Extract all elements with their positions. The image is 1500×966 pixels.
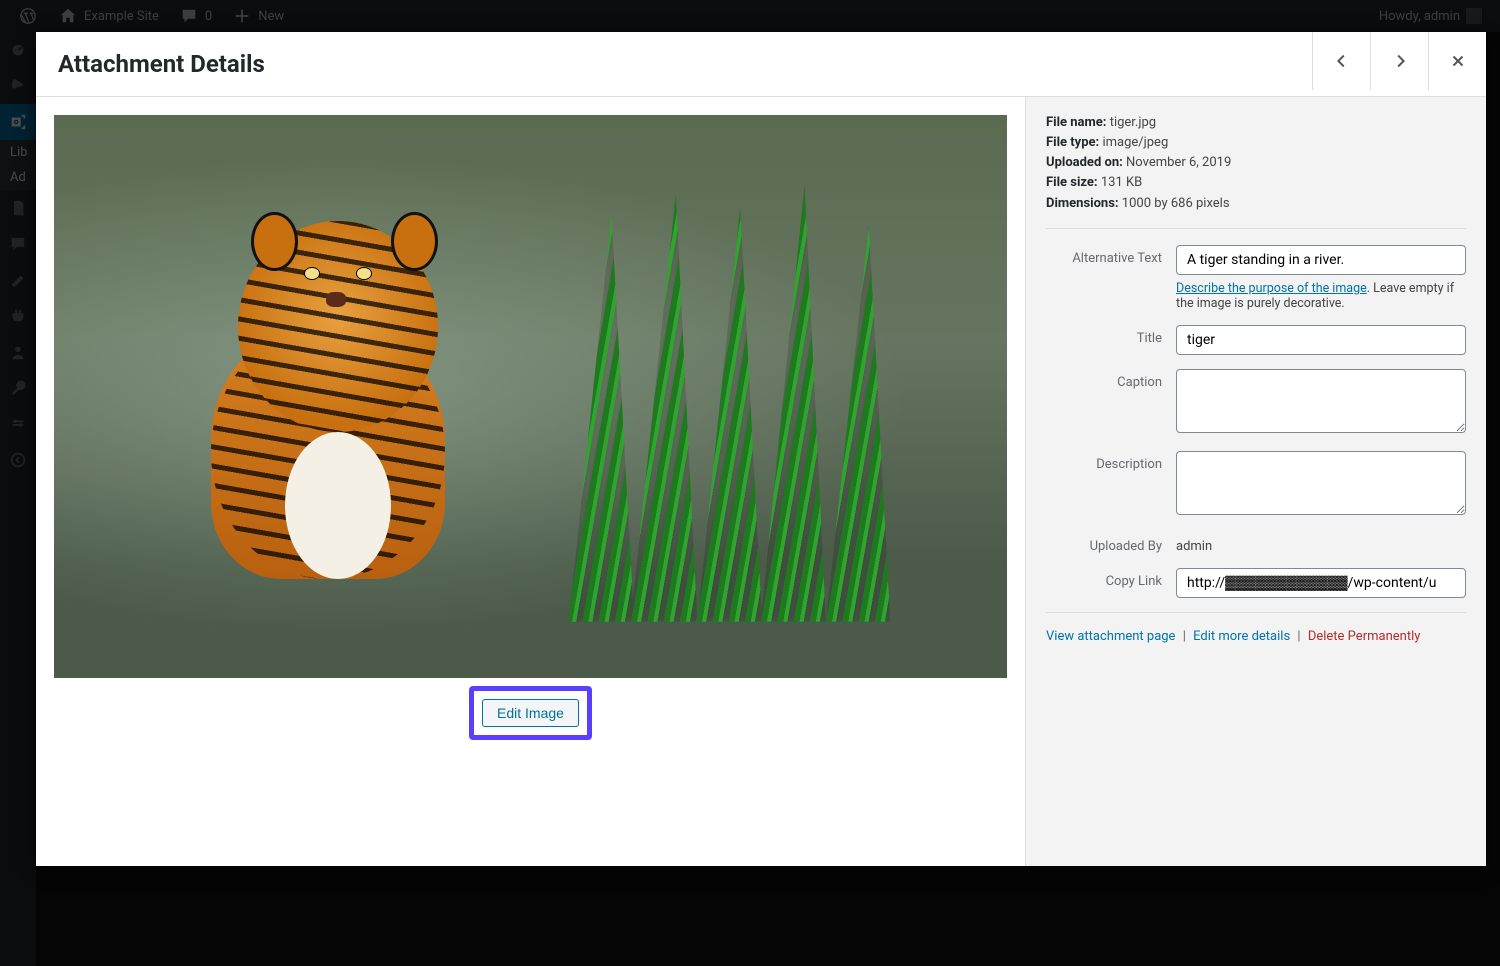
meta-filesize: 131 KB [1101, 175, 1142, 190]
description-label: Description [1046, 451, 1176, 472]
alt-text-input[interactable] [1176, 245, 1466, 275]
caption-textarea[interactable] [1176, 369, 1466, 433]
edit-more-link[interactable]: Edit more details [1193, 629, 1290, 644]
uploadedby-label: Uploaded By [1046, 533, 1176, 554]
preview-pane: Edit Image [36, 97, 1026, 866]
attachment-details-modal: Attachment Details [36, 32, 1486, 866]
chevron-left-icon [1333, 52, 1351, 70]
close-button[interactable] [1428, 32, 1486, 90]
edit-image-button[interactable]: Edit Image [482, 699, 579, 727]
meta-filename: tiger.jpg [1110, 115, 1156, 130]
uploadedby-value: admin [1176, 533, 1466, 554]
meta-filetype: image/jpeg [1102, 135, 1168, 150]
attachment-actions: View attachment page | Edit more details… [1046, 612, 1466, 644]
details-pane: File name: tiger.jpg File type: image/jp… [1026, 97, 1486, 866]
meta-uploadedon: November 6, 2019 [1126, 155, 1231, 170]
description-textarea[interactable] [1176, 451, 1466, 515]
title-label: Title [1046, 325, 1176, 346]
close-icon [1449, 52, 1467, 70]
next-button[interactable] [1370, 32, 1428, 90]
attachment-image [54, 115, 1007, 678]
view-attachment-link[interactable]: View attachment page [1046, 629, 1175, 644]
edit-image-highlight: Edit Image [469, 686, 592, 740]
modal-header: Attachment Details [36, 32, 1486, 97]
alt-help-link[interactable]: Describe the purpose of the image [1176, 281, 1367, 296]
prev-button[interactable] [1312, 32, 1370, 90]
alt-text-help: Describe the purpose of the image. Leave… [1176, 281, 1466, 311]
modal-title: Attachment Details [58, 50, 1464, 78]
copylink-input[interactable] [1176, 568, 1466, 598]
delete-permanently-link[interactable]: Delete Permanently [1308, 629, 1421, 644]
attachment-meta: File name: tiger.jpg File type: image/jp… [1046, 113, 1466, 229]
copylink-label: Copy Link [1046, 568, 1176, 589]
alt-text-label: Alternative Text [1046, 245, 1176, 266]
chevron-right-icon [1391, 52, 1409, 70]
caption-label: Caption [1046, 369, 1176, 390]
meta-dimensions: 1000 by 686 pixels [1122, 196, 1230, 211]
title-input[interactable] [1176, 325, 1466, 355]
